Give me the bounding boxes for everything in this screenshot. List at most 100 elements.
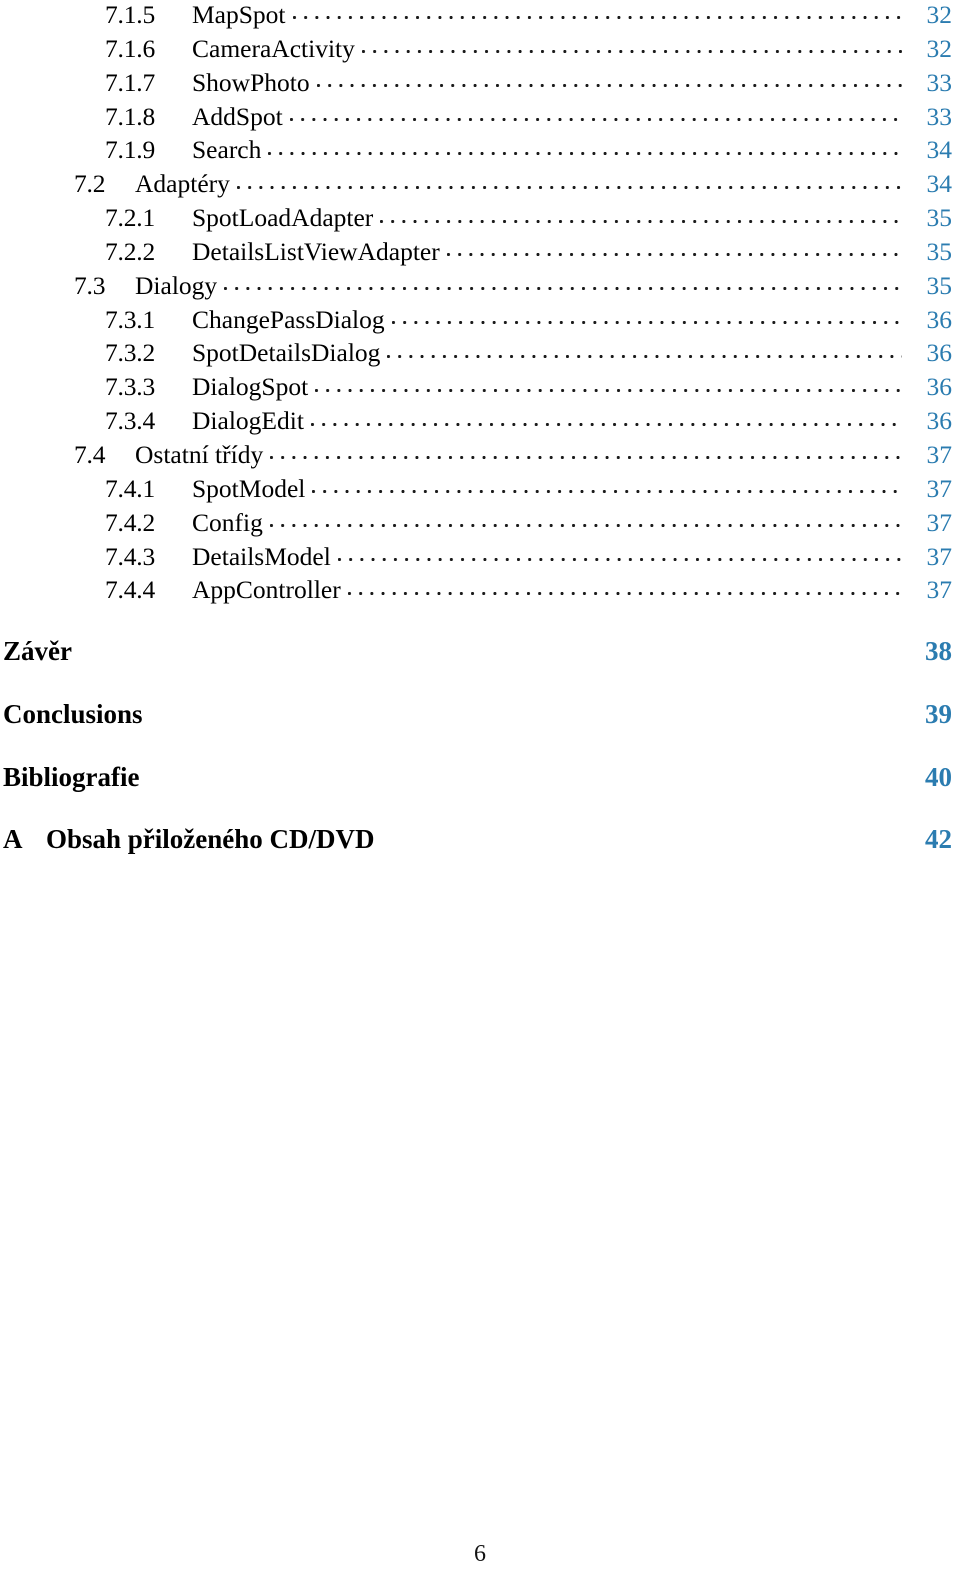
toc-entry[interactable]: 7.2.2 DetailsListViewAdapter 35	[74, 237, 952, 271]
toc-chapter-page-number[interactable]: 38	[906, 636, 952, 667]
toc-entry[interactable]: 7.4.3 DetailsModel 37	[74, 542, 952, 576]
toc-entry-number: 7.3.2	[105, 338, 156, 368]
toc-entry-page-number[interactable]: 37	[906, 474, 953, 504]
toc-entry-title: Dialogy	[135, 270, 218, 300]
toc-chapter-page-number[interactable]: 40	[906, 762, 952, 793]
toc-entry-page-number[interactable]: 37	[906, 542, 953, 572]
toc-entry-number: 7.2	[74, 169, 106, 199]
dot-leader	[289, 109, 902, 125]
dot-leader	[236, 176, 902, 192]
toc-entry[interactable]: 7.4 Ostatní třídy 37	[74, 440, 952, 474]
toc-entry-number: 7.2.1	[105, 203, 156, 233]
toc-entry-title: SpotModel	[192, 473, 306, 503]
toc-entry[interactable]: 7.3.4 DialogEdit 36	[74, 406, 952, 440]
dot-leader	[292, 7, 902, 23]
dot-leader	[387, 345, 902, 361]
toc-entry-number: 7.1.7	[105, 67, 156, 97]
toc-entry-number: 7.3.3	[105, 372, 156, 402]
toc-entry-title: Ostatní třídy	[135, 439, 264, 469]
toc-entry-list: 7.1.5 MapSpot 32 7.1.6 CameraActivity 32 7.1.7…	[74, 0, 952, 609]
dot-leader	[269, 515, 902, 531]
toc-chapter-title: Bibliografie	[3, 761, 140, 792]
dot-leader	[315, 379, 902, 395]
toc-entry[interactable]: 7.4.1 SpotModel 37	[74, 474, 952, 508]
dot-leader	[224, 278, 902, 294]
toc-entry-page-number[interactable]: 36	[906, 372, 953, 402]
dot-leader	[312, 481, 902, 497]
toc-entry-page-number[interactable]: 34	[906, 135, 953, 165]
toc-chapter-list: Závěr 38 Conclusions 39 Bibliografie 40 A Obsah…	[3, 636, 952, 887]
toc-entry-number: 7.1.6	[105, 33, 156, 63]
toc-entry-page-number[interactable]: 33	[906, 68, 953, 98]
toc-entry[interactable]: 7.2.1 SpotLoadAdapter 35	[74, 203, 952, 237]
dot-leader	[310, 413, 902, 429]
toc-entry-number: 7.4.4	[105, 575, 156, 605]
dot-leader	[270, 447, 902, 463]
toc-entry-page-number[interactable]: 36	[906, 305, 953, 335]
toc-entry-page-number[interactable]: 36	[906, 338, 953, 368]
toc-entry-number: 7.4.1	[105, 473, 156, 503]
toc-entry[interactable]: 7.4.4 AppController 37	[74, 575, 952, 609]
toc-entry-title: SpotLoadAdapter	[192, 203, 374, 233]
toc-entry-title: ChangePassDialog	[192, 304, 385, 334]
toc-chapter-page-number[interactable]: 42	[906, 824, 952, 855]
toc-entry[interactable]: 7.1.7 ShowPhoto 33	[74, 68, 952, 102]
toc-entry-number: 7.1.8	[105, 101, 156, 131]
toc-entry-page-number[interactable]: 37	[906, 575, 953, 605]
toc-entry-number: 7.4	[74, 439, 106, 469]
toc-entry-number: 7.4.3	[105, 541, 156, 571]
toc-entry[interactable]: 7.1.9 Search 34	[74, 135, 952, 169]
toc-chapter-entry[interactable]: Bibliografie 40	[3, 762, 952, 825]
toc-entry-number: 7.2.2	[105, 236, 156, 266]
toc-chapter-title: Conclusions	[3, 698, 143, 729]
dot-leader	[380, 210, 902, 226]
toc-entry-title: ShowPhoto	[192, 67, 310, 97]
dot-leader	[391, 312, 902, 328]
toc-entry-title: Adaptéry	[135, 169, 230, 199]
toc-entry-page-number[interactable]: 34	[906, 169, 953, 199]
page-folio-number: 6	[474, 1541, 486, 1567]
toc-entry-title: Config	[192, 507, 263, 537]
toc-entry-number: 7.1.9	[105, 135, 156, 165]
toc-entry[interactable]: 7.4.2 Config 37	[74, 508, 952, 542]
toc-entry-page-number[interactable]: 32	[906, 34, 953, 64]
toc-entry-page-number[interactable]: 35	[906, 271, 953, 301]
toc-entry-title: DialogSpot	[192, 372, 309, 402]
dot-leader	[268, 142, 902, 158]
toc-chapter-title: Obsah přiloženého CD/DVD	[46, 824, 375, 855]
toc-entry[interactable]: 7.3.3 DialogSpot 36	[74, 372, 952, 406]
dot-leader	[316, 75, 902, 91]
toc-entry-page-number[interactable]: 37	[906, 508, 953, 538]
toc-entry-title: DetailsListViewAdapter	[192, 236, 440, 266]
toc-entry-title: MapSpot	[192, 0, 286, 29]
toc-entry-page-number[interactable]: 37	[906, 440, 953, 470]
document-page: 7.1.5 MapSpot 32 7.1.6 CameraActivity 32 7.1.7…	[0, 0, 960, 1582]
toc-entry-title: AppController	[192, 575, 341, 605]
toc-entry-number: 7.4.2	[105, 507, 156, 537]
toc-entry[interactable]: 7.3.1 ChangePassDialog 36	[74, 305, 952, 339]
toc-entry[interactable]: 7.1.8 AddSpot 33	[74, 102, 952, 136]
toc-entry[interactable]: 7.2 Adaptéry 34	[74, 169, 952, 203]
toc-entry-title: Search	[192, 135, 262, 165]
toc-entry-title: DetailsModel	[192, 541, 331, 571]
dot-leader	[361, 41, 902, 57]
toc-entry-page-number[interactable]: 35	[906, 237, 953, 267]
dot-leader	[337, 549, 902, 565]
toc-entry[interactable]: 7.1.6 CameraActivity 32	[74, 34, 952, 68]
toc-chapter-entry[interactable]: Conclusions 39	[3, 699, 952, 762]
toc-chapter-page-number[interactable]: 39	[906, 699, 952, 730]
toc-entry-page-number[interactable]: 32	[906, 0, 953, 30]
toc-chapter-title: Závěr	[3, 636, 72, 666]
toc-entry-number: 7.3.4	[105, 406, 156, 436]
toc-chapter-entry[interactable]: A Obsah přiloženého CD/DVD 42	[3, 824, 952, 887]
toc-entry-page-number[interactable]: 35	[906, 203, 953, 233]
toc-entry[interactable]: 7.3.2 SpotDetailsDialog 36	[74, 338, 952, 372]
toc-entry-page-number[interactable]: 33	[906, 102, 953, 132]
toc-entry-title: AddSpot	[192, 101, 283, 131]
toc-entry-title: CameraActivity	[192, 33, 355, 63]
toc-chapter-entry[interactable]: Závěr 38	[3, 636, 952, 699]
toc-entry-title: DialogEdit	[192, 406, 304, 436]
toc-entry[interactable]: 7.1.5 MapSpot 32	[74, 0, 952, 34]
toc-entry[interactable]: 7.3 Dialogy 35	[74, 271, 952, 305]
toc-entry-page-number[interactable]: 36	[906, 406, 953, 436]
